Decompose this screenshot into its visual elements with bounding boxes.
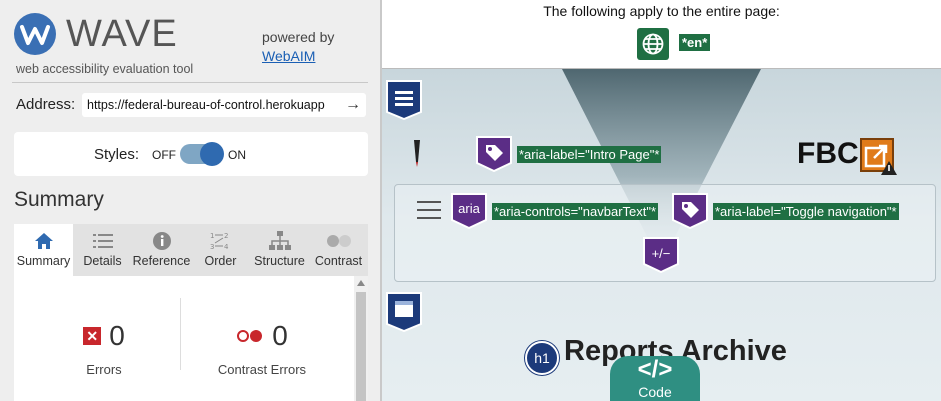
- code-icon: </>: [637, 356, 673, 383]
- tab-order[interactable]: 1 2 3 4 Order: [191, 224, 250, 276]
- h1-heading-icon[interactable]: h1: [525, 341, 559, 375]
- wave-logo-icon: [14, 13, 56, 55]
- info-icon: [152, 230, 172, 252]
- stat-divider: [180, 298, 181, 370]
- svg-text:2: 2: [224, 232, 228, 240]
- webaim-link[interactable]: WebAIM: [262, 47, 334, 66]
- aria-icon-text: aria: [458, 201, 480, 216]
- errors-label: Errors: [86, 362, 122, 377]
- tab-contrast[interactable]: Contrast: [309, 224, 368, 276]
- landmark-header-icon[interactable]: [386, 80, 422, 120]
- order-icon: 1 2 3 4: [210, 230, 232, 252]
- styles-off-label: OFF: [152, 148, 176, 162]
- home-icon: [34, 230, 54, 252]
- logo-mark-icon: [414, 140, 420, 167]
- page-level-notice: The following apply to the entire page: …: [382, 0, 941, 69]
- aria-controls-label: *aria-controls="navbarText"*: [492, 203, 659, 220]
- error-x-icon: ✕: [83, 327, 102, 345]
- errors-stat: ✕ 0 Errors: [44, 320, 164, 377]
- wave-logo-text: WAVE: [66, 13, 178, 55]
- panel-tabs: Summary Details Reference 1 2 3 4 Order Str…: [14, 224, 368, 276]
- tab-details[interactable]: Details: [73, 224, 132, 276]
- tab-label: Contrast: [314, 254, 363, 268]
- toggle-knob[interactable]: [200, 142, 224, 166]
- wave-tagline: web accessibility evaluation tool: [16, 62, 194, 76]
- styles-label: Styles:: [94, 146, 140, 163]
- language-globe-icon[interactable]: [637, 28, 669, 60]
- address-field[interactable]: https://federal-bureau-of-control.heroku…: [82, 93, 366, 117]
- tab-label: Structure: [254, 254, 305, 268]
- svg-text:4: 4: [224, 243, 229, 251]
- aria-label-intro: *aria-label="Intro Page"*: [517, 146, 662, 163]
- tab-summary[interactable]: Summary: [14, 224, 73, 276]
- aria-label-toggle: *aria-label="Toggle navigation"*: [713, 203, 899, 220]
- tab-label: Details: [83, 254, 122, 268]
- errors-count: 0: [109, 320, 125, 351]
- landmark-main-icon[interactable]: [386, 292, 422, 332]
- contrast-stat: 0 Contrast Errors: [200, 320, 324, 377]
- styles-on-label: ON: [228, 148, 246, 162]
- summary-scrollbar[interactable]: [354, 276, 368, 401]
- go-arrow-icon[interactable]: →: [341, 96, 365, 114]
- divider: [12, 82, 368, 83]
- code-toggle-button[interactable]: </> Code: [610, 356, 700, 401]
- powered-by-text: powered by: [262, 29, 335, 45]
- wave-sidebar: WAVE web accessibility evaluation tool p…: [0, 0, 382, 401]
- aria-icon[interactable]: aria: [451, 193, 487, 229]
- hamburger-menu-icon[interactable]: [417, 201, 441, 225]
- page-notice-text: The following apply to the entire page:: [543, 3, 780, 19]
- svg-text:1: 1: [210, 232, 214, 240]
- tab-label: Order: [204, 254, 237, 268]
- address-label: Address:: [16, 96, 76, 113]
- styles-toggle-panel: Styles: OFF ON: [14, 132, 368, 176]
- language-label: *en*: [679, 34, 711, 51]
- evaluated-page: The following apply to the entire page: …: [382, 0, 941, 401]
- contrast-error-icon: [237, 330, 263, 342]
- contrast-icon: [326, 230, 352, 252]
- structure-icon: [268, 230, 291, 252]
- address-input[interactable]: https://federal-bureau-of-control.heroku…: [87, 98, 341, 112]
- contrast-count: 0: [272, 320, 288, 351]
- site-logo-fbc[interactable]: FBC: [797, 137, 859, 171]
- styles-toggle[interactable]: [180, 142, 224, 166]
- scroll-up-icon[interactable]: [357, 280, 365, 286]
- aria-label-tag-icon[interactable]: [672, 193, 708, 229]
- scroll-thumb[interactable]: [356, 292, 366, 401]
- list-icon: [92, 230, 113, 252]
- code-label: Code: [638, 384, 672, 400]
- contrast-label: Contrast Errors: [217, 362, 307, 377]
- alert-link-icon[interactable]: [860, 138, 898, 176]
- tab-reference[interactable]: Reference: [132, 224, 191, 276]
- expanded-icon-text: +/−: [651, 246, 671, 261]
- tab-label: Reference: [132, 254, 191, 268]
- tab-label: Summary: [16, 254, 71, 268]
- powered-by: powered by WebAIM: [262, 28, 334, 66]
- aria-label-tag-icon[interactable]: [476, 136, 512, 172]
- aria-expanded-icon[interactable]: +/−: [643, 237, 679, 273]
- tab-structure[interactable]: Structure: [250, 224, 309, 276]
- summary-heading: Summary: [14, 188, 104, 211]
- svg-text:3: 3: [210, 243, 214, 251]
